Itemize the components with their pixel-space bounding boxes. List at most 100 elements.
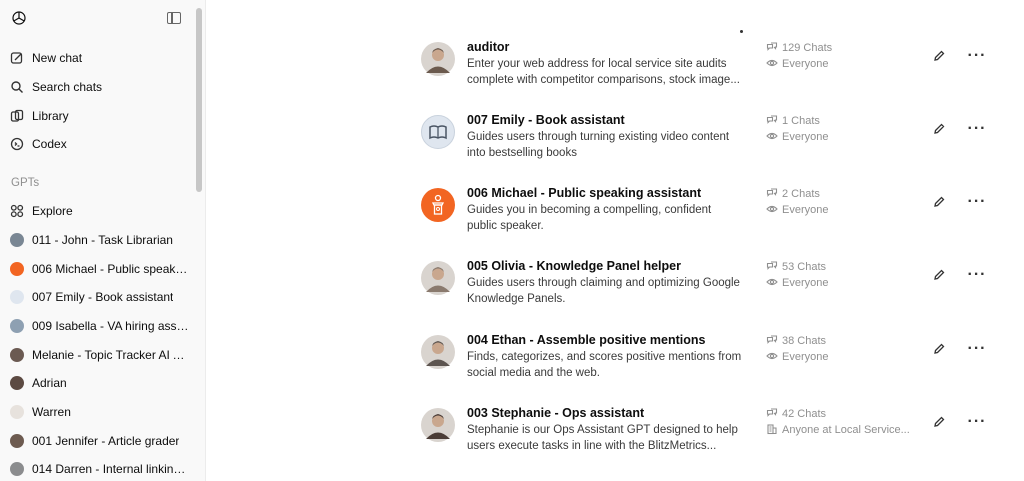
gpt-title[interactable]: 004 Ethan - Assemble positive mentions [467,333,706,347]
visibility-line: Everyone [766,349,828,365]
sidebar-header [0,0,205,36]
gpt-list-panel: auditor Enter your web address for local … [207,0,1024,481]
gpt-row[interactable]: auditor Enter your web address for local … [421,40,1011,100]
visibility-line: Anyone at Local Service... [766,422,910,438]
more-options-icon[interactable]: ··· [965,47,989,64]
more-options-icon[interactable]: ··· [965,340,989,357]
library-button[interactable]: Library [10,105,190,127]
sidebar-gpt-item[interactable]: 001 Jennifer - Article grader [10,430,190,452]
sidebar-toggle-icon[interactable] [167,12,181,24]
sidebar-gpt-item[interactable]: Melanie - Topic Tracker AI A... [10,344,190,366]
edit-pencil-icon[interactable] [931,414,947,430]
sidebar-gpt-item[interactable]: Warren [10,401,190,423]
search-chats-button[interactable]: Search chats [10,76,190,98]
gpt-avatar [421,188,455,222]
gpt-row[interactable]: 004 Ethan - Assemble positive mentions Fi… [421,333,1011,393]
sidebar-gpt-item[interactable]: 014 Darren - Internal linking... [10,458,190,480]
visibility-label: Everyone [782,277,829,289]
chat-bubbles-icon [766,187,778,202]
visibility-line: Everyone [766,129,828,145]
sidebar-gpt-item[interactable]: Adrian [10,372,190,394]
gpt-meta: 1 Chats Everyone [766,113,828,145]
sidebar-gpt-label: 014 Darren - Internal linking... [32,462,190,476]
chats-count-line: 53 Chats [766,259,828,275]
gpt-avatar [421,408,455,442]
more-options-icon[interactable]: ··· [965,120,989,137]
more-options-icon[interactable]: ··· [965,413,989,430]
sidebar-gpt-label: 001 Jennifer - Article grader [32,434,180,448]
codex-button[interactable]: Codex [10,133,190,155]
eye-icon [766,276,778,291]
library-icon [10,109,24,123]
chats-count-line: 42 Chats [766,406,910,422]
gpt-title[interactable]: auditor [467,40,509,54]
gpt-description: Guides users through turning existing vi… [467,131,730,159]
chats-count: 2 Chats [782,188,820,200]
sidebar-gpt-item[interactable]: 006 Michael - Public speakin... [10,258,190,280]
chat-bubbles-icon [766,334,778,349]
gpt-description: Finds, categorizes, and scores positive … [467,351,742,379]
chat-bubbles-icon [766,407,778,422]
gpt-meta: 129 Chats Everyone [766,40,832,72]
gpt-avatar [10,462,24,476]
visibility-line: Everyone [766,56,832,72]
more-options-icon[interactable]: ··· [965,193,989,210]
gpt-avatar [421,335,455,369]
chat-bubbles-icon [766,41,778,56]
chats-count-line: 129 Chats [766,40,832,56]
sidebar-gpt-item[interactable]: 011 - John - Task Librarian [10,229,190,251]
chats-count: 129 Chats [782,42,833,54]
edit-pencil-icon[interactable] [931,48,947,64]
gpt-meta: 53 Chats Everyone [766,259,828,291]
top-dot [740,30,743,33]
eye-icon [766,130,778,145]
edit-pencil-icon[interactable] [931,267,947,283]
search-icon [10,80,24,94]
eye-icon [766,57,778,72]
gpt-description: Enter your web address for local service… [467,58,740,86]
sidebar-scrollbar[interactable] [196,8,202,192]
edit-pencil-icon[interactable] [931,121,947,137]
explore-gpts-button[interactable]: Explore [10,200,190,222]
sidebar-gpt-item[interactable]: 009 Isabella - VA hiring assis... [10,315,190,337]
gpt-row[interactable]: 003 Stephanie - Ops assistant Stephanie i… [421,406,1011,466]
eye-icon [766,350,778,365]
new-chat-button[interactable]: New chat [10,47,190,69]
codex-icon [10,137,24,151]
edit-pencil-icon[interactable] [931,341,947,357]
edit-pencil-icon[interactable] [931,194,947,210]
library-label: Library [32,109,69,123]
sidebar-gpt-item[interactable]: 007 Emily - Book assistant [10,286,190,308]
openai-logo-icon[interactable] [10,9,28,27]
gpt-row[interactable]: 006 Michael - Public speaking assistant G… [421,186,1011,246]
building-icon [766,423,778,438]
visibility-label: Everyone [782,351,829,363]
sidebar-gpt-label: Adrian [32,376,67,390]
gpt-title[interactable]: 005 Olivia - Knowledge Panel helper [467,259,681,273]
gpt-avatar [10,262,24,276]
gpt-title[interactable]: 003 Stephanie - Ops assistant [467,406,644,420]
gpt-row[interactable]: 007 Emily - Book assistant Guides users t… [421,113,1011,173]
gpt-row[interactable]: 005 Olivia - Knowledge Panel helper Guide… [421,259,1011,319]
chats-count-line: 1 Chats [766,113,828,129]
more-options-icon[interactable]: ··· [965,266,989,283]
codex-label: Codex [32,137,67,151]
new-chat-label: New chat [32,51,83,65]
sidebar: New chat Search chats Library Codex GPTs… [0,0,206,481]
visibility-line: Everyone [766,202,828,218]
gpt-description: Guides you in becoming a compelling, con… [467,204,712,232]
gpts-section-label: GPTs [11,177,40,189]
gpt-title[interactable]: 006 Michael - Public speaking assistant [467,186,701,200]
gpt-meta: 42 Chats Anyone at Local Service... [766,406,910,438]
visibility-label: Everyone [782,204,829,216]
visibility-label: Anyone at Local Service... [782,424,910,436]
sidebar-gpt-label: Melanie - Topic Tracker AI A... [32,348,190,362]
gpt-title[interactable]: 007 Emily - Book assistant [467,113,625,127]
gpt-meta: 2 Chats Everyone [766,186,828,218]
gpt-avatar [421,261,455,295]
new-chat-icon [10,51,24,65]
visibility-label: Everyone [782,131,829,143]
gpt-avatar [10,233,24,247]
explore-label: Explore [32,204,73,218]
visibility-line: Everyone [766,275,828,291]
